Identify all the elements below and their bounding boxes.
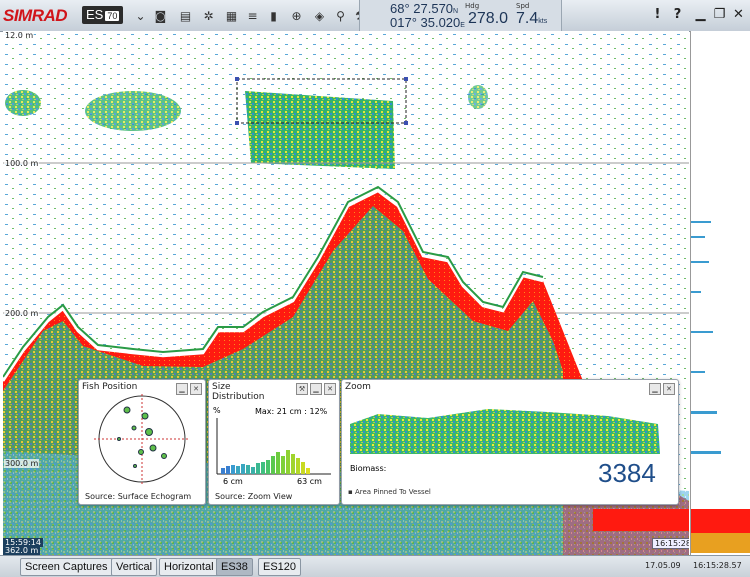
size-bar: [271, 456, 275, 474]
help-icon[interactable]: ?: [670, 7, 685, 22]
size-max-label: Max: 21 cm : 12%: [255, 407, 328, 416]
close-icon[interactable]: ✕: [324, 383, 336, 395]
size-bar: [246, 465, 250, 474]
brand-logo: SIMRAD: [3, 6, 68, 25]
size-bar: [261, 462, 265, 474]
depth-label-100: 100.0 m: [4, 159, 40, 168]
side-echogram[interactable]: [690, 31, 750, 555]
drop-icon[interactable]: ◈: [311, 7, 328, 24]
zoom-title: Zoom: [345, 382, 371, 392]
heading-value: 278.0: [468, 10, 509, 27]
fish-position-panel[interactable]: Fish Position ▁ ✕ Source: Surface Echogr…: [78, 379, 206, 505]
longitude-value: 017° 35.020: [390, 15, 461, 30]
depth-label-200: 200.0 m: [4, 309, 40, 318]
histogram-icon[interactable]: ▮: [265, 7, 282, 24]
tab-screen-captures[interactable]: Screen Captures: [20, 558, 113, 576]
speed-number: 7.4: [516, 10, 539, 27]
restore-icon[interactable]: ❐: [712, 7, 727, 22]
model-number: 70: [105, 11, 120, 21]
globe-icon[interactable]: ⊕: [288, 7, 305, 24]
size-bar: [286, 450, 290, 474]
latitude: 68° 27.570N: [390, 1, 458, 16]
tab-es38[interactable]: ES38: [216, 558, 253, 576]
wrench-icon[interactable]: ⚒: [296, 383, 308, 395]
size-x-max: 63 cm: [297, 477, 322, 486]
biomass-value: 3384: [598, 458, 656, 488]
depth-label-300: 300.0 m: [4, 459, 40, 468]
size-bar: [241, 464, 245, 474]
model-name: ES: [86, 7, 104, 22]
pinned-label: Area Pinned To Vessel: [354, 488, 431, 496]
size-bar: [306, 468, 310, 474]
tab-es120[interactable]: ES120: [258, 558, 302, 576]
size-bar: [221, 468, 225, 474]
longitude-hemisphere: E: [460, 22, 465, 29]
size-x-min: 6 cm: [223, 477, 243, 486]
size-bars: [221, 450, 310, 474]
fish-position-source: Source: Surface Echogram: [85, 492, 192, 501]
size-bar: [296, 458, 300, 474]
checkbox-icon: ▪: [348, 488, 355, 496]
alarm-icon[interactable]: !: [650, 7, 665, 22]
size-bar: [301, 462, 305, 474]
minimize-icon[interactable]: ▁: [693, 7, 708, 22]
speed-unit: kts: [538, 18, 548, 25]
bottom-depth: 362.0 m: [3, 546, 41, 555]
heading-label: Hdg: [465, 2, 480, 10]
size-yunit: %: [213, 406, 221, 415]
chevron-down-icon[interactable]: ⌄: [132, 7, 149, 24]
size-bar: [226, 466, 230, 474]
close-icon[interactable]: ✕: [731, 7, 746, 22]
size-distribution-buttons: ⚒ ▁ ✕: [296, 383, 336, 395]
top-toolbar: SIMRAD ES70 ⌄ ◙ ▤ ✲ ▦ ≡ ▮ ⊕ ◈ ⚲ ⚒ 68° 27…: [0, 0, 750, 32]
size-distribution-panel[interactable]: Size Distribution ⚒ ▁ ✕ % Max: 21 cm : 12…: [208, 379, 340, 505]
size-bar: [231, 465, 235, 474]
monitor-icon[interactable]: ▦: [223, 7, 240, 24]
search-icon[interactable]: ⚲: [332, 7, 349, 24]
size-distribution-source: Source: Zoom View: [215, 492, 293, 501]
pinned-checkbox[interactable]: ▪ Area Pinned To Vessel: [348, 488, 431, 496]
size-bar: [251, 467, 255, 474]
size-histogram: [216, 418, 331, 475]
tab-horizontal[interactable]: Horizontal: [159, 558, 219, 576]
size-bar: [256, 463, 260, 474]
tab-vertical[interactable]: Vertical: [111, 558, 158, 576]
gear-icon[interactable]: ✲: [200, 7, 217, 24]
latitude-hemisphere: N: [453, 8, 459, 15]
size-bar: [281, 456, 285, 474]
fish-position-title: Fish Position: [82, 382, 138, 392]
side-echogram-graphic: [691, 31, 750, 555]
camera-icon[interactable]: ◙: [152, 7, 169, 24]
status-time: 16:15:28.57: [693, 561, 742, 570]
size-title-line2: Distribution: [212, 392, 265, 402]
latitude-value: 68° 27.570: [390, 1, 454, 16]
bottom-tab-bar: Screen Captures Vertical Horizontal ES38…: [0, 555, 750, 577]
fish-position-plot: [94, 394, 190, 484]
longitude: 017° 35.020E: [390, 15, 465, 30]
bars-icon[interactable]: ≡: [244, 7, 261, 24]
speed-label: Spd: [516, 2, 530, 10]
status-date: 17.05.09: [645, 561, 681, 570]
depth-label-top: 12.0 m: [4, 31, 35, 40]
zoom-echogram: [350, 409, 660, 454]
size-bar: [236, 466, 240, 474]
biomass-label: Biomass:: [350, 464, 387, 473]
speed-value: 7.4kts: [516, 10, 547, 28]
zoom-panel[interactable]: Zoom ▁ ✕ Biomass: 3384 ▪ Area Pinned To …: [341, 379, 679, 505]
size-bar: [291, 454, 295, 474]
minimize-icon[interactable]: ▁: [310, 383, 322, 395]
size-title-line1: Size: [212, 382, 231, 392]
size-bar: [276, 452, 280, 474]
size-bar: [266, 460, 270, 474]
ruler-icon[interactable]: ▤: [177, 7, 194, 24]
end-time: 16:15:28: [652, 538, 689, 549]
model-badge: ES 70: [82, 6, 124, 24]
size-distribution-title: Size Distribution: [212, 382, 265, 402]
